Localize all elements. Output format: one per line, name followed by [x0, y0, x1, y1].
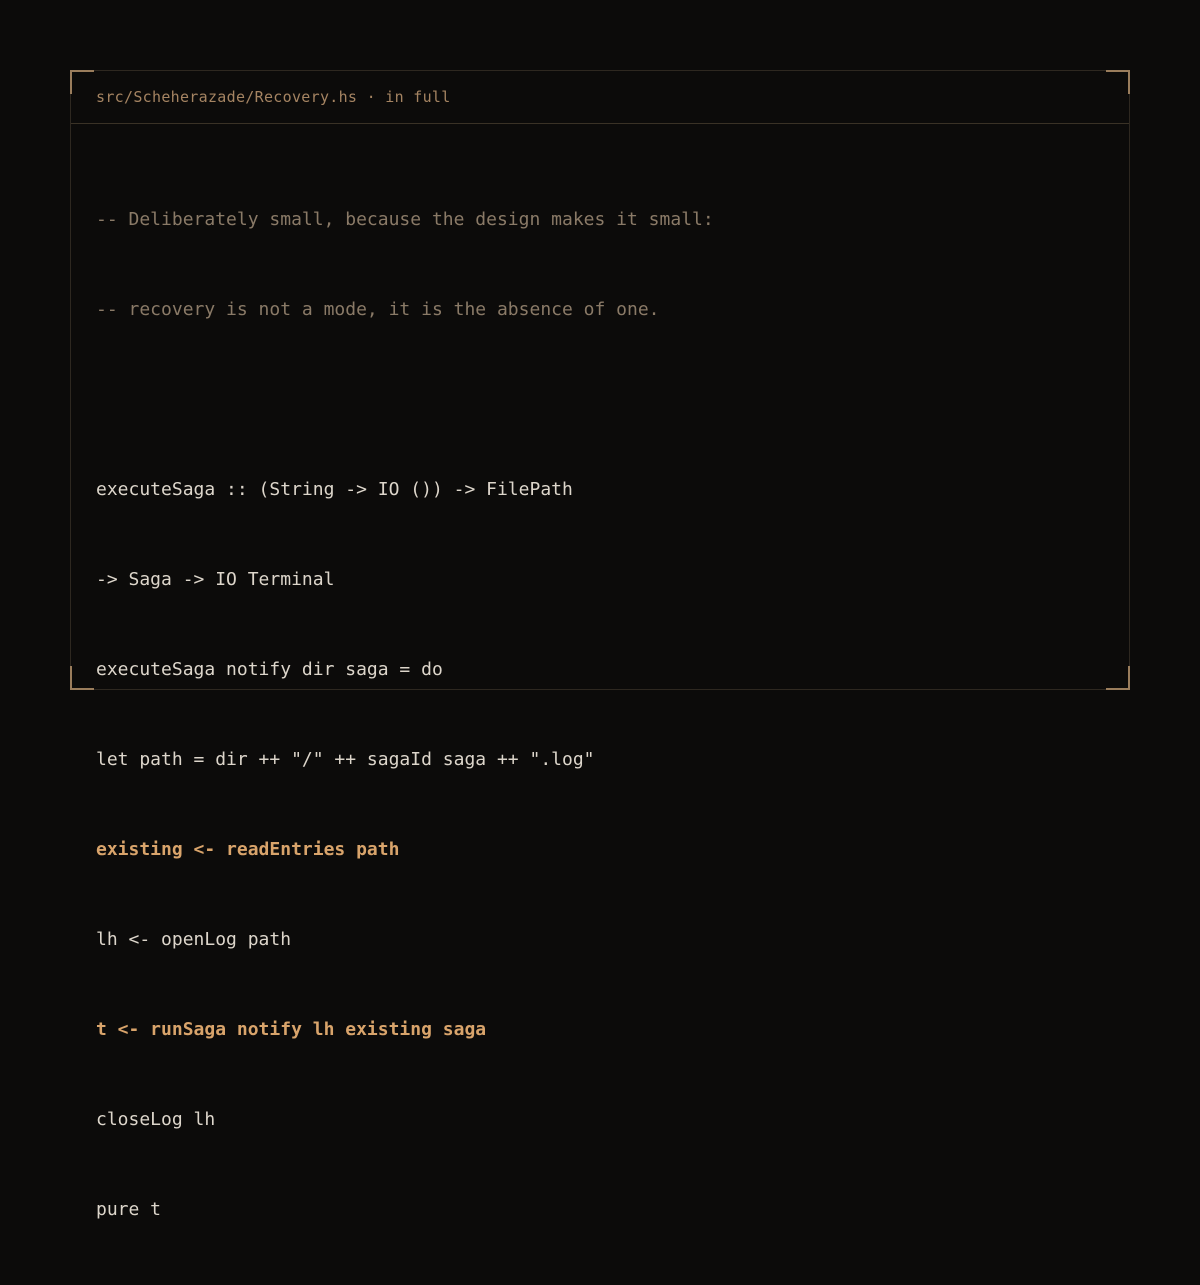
corner-bracket-bottom-left [70, 666, 94, 690]
corner-bracket-top-right [1106, 70, 1130, 94]
corner-bracket-bottom-right [1106, 666, 1130, 690]
code-line: executeSaga :: (String -> IO ()) -> File… [96, 479, 573, 500]
code-panel: src/Scheherazade/Recovery.hs · in full -… [70, 70, 1130, 1220]
corner-bracket-top-left [70, 70, 94, 94]
code-block: -- Deliberately small, because the desig… [96, 145, 1104, 1285]
code-line: pure t [96, 1199, 162, 1220]
code-line: executeSaga notify dir saga = do [96, 659, 443, 680]
code-line: t <- runSaga notify lh existing saga [96, 1019, 487, 1040]
panel-header: src/Scheherazade/Recovery.hs · in full [71, 71, 1129, 124]
code-line: -- recovery is not a mode, it is the abs… [96, 299, 660, 320]
code-line: -> Saga -> IO Terminal [96, 569, 335, 590]
file-path-title: src/Scheherazade/Recovery.hs · in full [96, 88, 451, 106]
code-line: lh <- openLog path [96, 929, 292, 950]
code-line: closeLog lh [96, 1109, 216, 1130]
code-line: let path = dir ++ "/" ++ sagaId saga ++ … [96, 749, 595, 770]
code-line: existing <- readEntries path [96, 839, 400, 860]
code-line: -- Deliberately small, because the desig… [96, 209, 714, 230]
